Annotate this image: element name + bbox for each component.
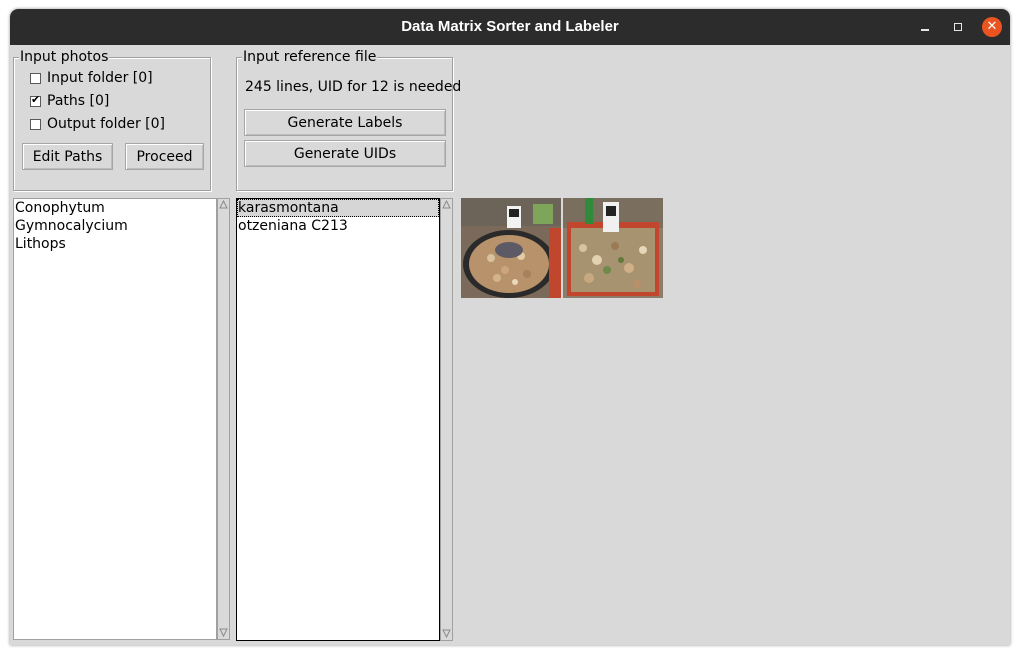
input-folder-checkbox[interactable]: Input folder [0] bbox=[30, 69, 153, 87]
list-item[interactable]: Conophytum bbox=[14, 199, 216, 217]
species-listbox[interactable]: karasmontana otzeniana C213 bbox=[236, 198, 440, 641]
input-folder-label: Input folder [0] bbox=[47, 70, 153, 86]
photo-thumbnail-2[interactable] bbox=[563, 198, 663, 298]
generate-labels-button[interactable]: Generate Labels bbox=[244, 109, 446, 136]
list-item-selected[interactable]: karasmontana bbox=[237, 199, 439, 217]
close-button[interactable]: ✕ bbox=[982, 17, 1002, 37]
window-title: Data Matrix Sorter and Labeler bbox=[401, 18, 619, 35]
checkbox-box[interactable] bbox=[30, 72, 41, 84]
reference-status-text: 245 lines, UID for 12 is needed bbox=[245, 79, 462, 95]
input-reference-frame: Input reference file 245 lines, UID for … bbox=[236, 49, 461, 191]
paths-checkbox[interactable]: ✔ Paths [0] bbox=[30, 92, 109, 110]
output-folder-label: Output folder [0] bbox=[47, 116, 166, 132]
list-item[interactable]: otzeniana C213 bbox=[237, 217, 439, 235]
scroll-up-arrow-icon[interactable] bbox=[218, 199, 229, 211]
proceed-button[interactable]: Proceed bbox=[125, 143, 204, 170]
list-item[interactable]: Gymnocalycium bbox=[14, 217, 216, 235]
edit-paths-button[interactable]: Edit Paths bbox=[22, 143, 113, 170]
minimize-button[interactable] bbox=[915, 17, 935, 37]
input-reference-legend: Input reference file bbox=[242, 49, 378, 65]
generate-uids-button[interactable]: Generate UIDs bbox=[244, 140, 446, 167]
check-icon: ✔ bbox=[31, 92, 41, 106]
scroll-down-arrow-icon[interactable] bbox=[441, 628, 452, 640]
checkbox-box[interactable] bbox=[30, 118, 41, 130]
plant-pots-photo-icon bbox=[563, 198, 663, 298]
paths-label: Paths [0] bbox=[47, 93, 110, 109]
maximize-icon bbox=[954, 23, 962, 31]
close-icon: ✕ bbox=[986, 19, 998, 34]
title-bar[interactable]: Data Matrix Sorter and Labeler ✕ bbox=[10, 9, 1010, 45]
scroll-down-arrow-icon[interactable] bbox=[218, 627, 229, 639]
list-item[interactable]: Lithops bbox=[14, 235, 216, 253]
plant-pot-photo-icon bbox=[461, 198, 561, 298]
input-photos-legend: Input photos bbox=[19, 49, 110, 65]
checkbox-box[interactable]: ✔ bbox=[30, 92, 41, 107]
photo-thumbnail-1[interactable] bbox=[461, 198, 561, 298]
genus-scrollbar[interactable] bbox=[217, 198, 230, 640]
minimize-icon bbox=[921, 29, 929, 31]
genus-listbox[interactable]: Conophytum Gymnocalycium Lithops bbox=[13, 198, 217, 640]
output-folder-checkbox[interactable]: Output folder [0] bbox=[30, 115, 165, 133]
species-scrollbar[interactable] bbox=[440, 198, 453, 641]
app-window: Data Matrix Sorter and Labeler ✕ Input p… bbox=[10, 9, 1010, 645]
scroll-up-arrow-icon[interactable] bbox=[441, 199, 452, 211]
input-photos-frame: Input photos Input folder [0] ✔ Paths [0… bbox=[13, 49, 211, 191]
maximize-button[interactable] bbox=[948, 17, 968, 37]
